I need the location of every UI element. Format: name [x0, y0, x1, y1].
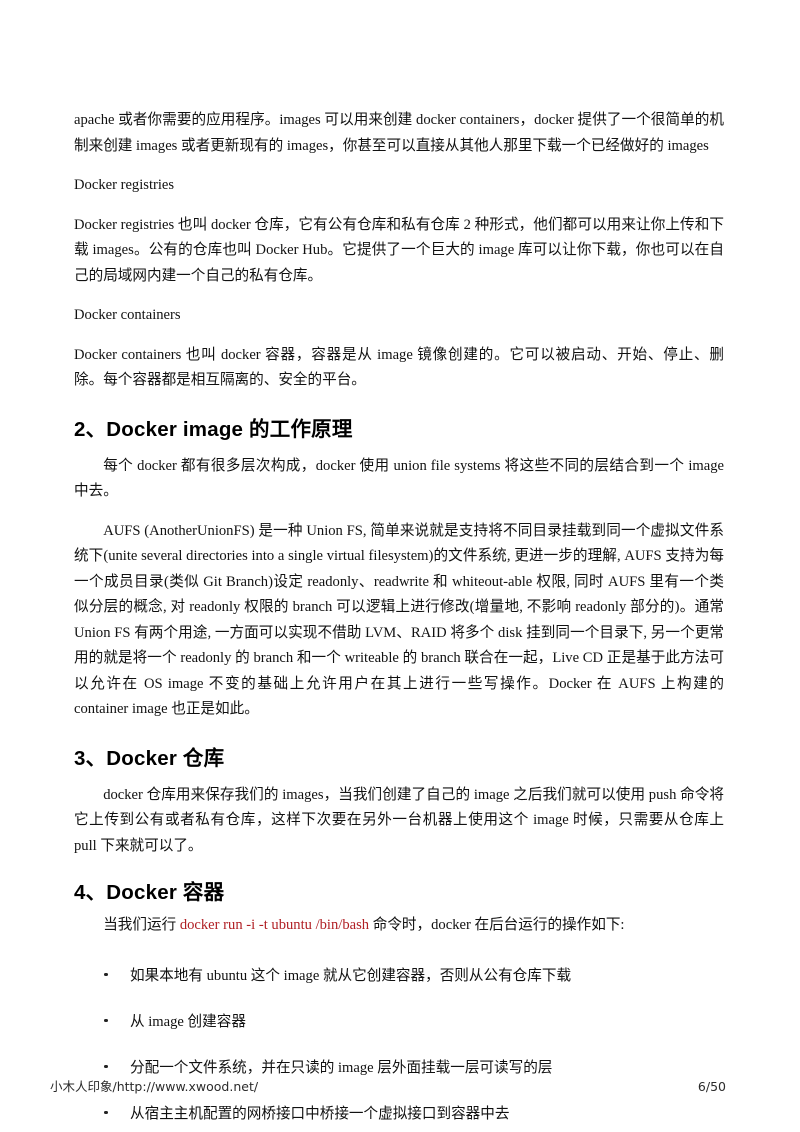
footer-source-label: 小木人印象/http://www.xwood.net/ [50, 1079, 259, 1094]
docker-run-steps-list: 如果本地有 ubuntu 这个 image 就从它创建容器，否则从公有仓库下载 … [74, 965, 724, 1125]
paragraph-docker-registries: Docker registries 也叫 docker 仓库，它有公有仓库和私有… [74, 216, 724, 284]
list-item-label: 如果本地有 ubuntu 这个 image 就从它创建容器，否则从公有仓库下载 [130, 967, 572, 984]
bullet-dot-icon [104, 1064, 108, 1068]
page-content: apache 或者你需要的应用程序。images 可以用来创建 docker c… [74, 108, 724, 1132]
list-item-label: 分配一个文件系统，并在只读的 image 层外面挂载一层可读写的层 [130, 1059, 553, 1076]
heading-section-4: 4、Docker 容器 [74, 881, 225, 904]
list-item: 从 image 创建容器 [74, 1011, 724, 1033]
paragraph-docker-run: 当我们运行 docker run -i -t ubuntu /bin/bash … [74, 913, 724, 939]
bullet-dot-icon [104, 1110, 108, 1114]
paragraph-docker-layers: 每个 docker 都有很多层次构成，docker 使用 union file … [74, 457, 724, 500]
run-text-prefix: 当我们运行 [103, 917, 180, 933]
list-item-label: 从 image 创建容器 [130, 1013, 246, 1030]
heading-section-2: 2、Docker image 的工作原理 [74, 417, 353, 441]
list-item-label: 从宿主主机配置的网桥接口中桥接一个虚拟接口到容器中去 [130, 1105, 510, 1122]
paragraph-docker-containers: Docker containers 也叫 docker 容器，容器是从 imag… [74, 346, 724, 389]
list-item: 如果本地有 ubuntu 这个 image 就从它创建容器，否则从公有仓库下载 [74, 965, 724, 987]
page-footer: 小木人印象/http://www.xwood.net/ 6/50 [50, 1076, 726, 1095]
run-text-suffix: 命令时，docker 在后台运行的操作如下: [369, 917, 625, 933]
heading-section-3: 3、Docker 仓库 [74, 746, 225, 770]
bullet-dot-icon [104, 1018, 108, 1022]
page-number-label: 6/50 [697, 1079, 726, 1094]
inline-command-docker-run: docker run -i -t ubuntu /bin/bash [179, 917, 370, 933]
subheading-docker-registries: Docker registries [74, 177, 175, 193]
list-item: 从宿主主机配置的网桥接口中桥接一个虚拟接口到容器中去 [74, 1103, 724, 1125]
paragraph-aufs: AUFS (AnotherUnionFS) 是一种 Union FS, 简单来说… [74, 522, 724, 718]
document-page: apache 或者你需要的应用程序。images 可以用来创建 docker c… [0, 0, 800, 1132]
paragraph-docker-repository: docker 仓库用来保存我们的 images，当我们创建了自己的 image … [74, 786, 724, 854]
subheading-docker-containers: Docker containers [74, 307, 181, 323]
paragraph-apache-images: apache 或者你需要的应用程序。images 可以用来创建 docker c… [74, 112, 724, 154]
bullet-dot-icon [104, 972, 108, 976]
